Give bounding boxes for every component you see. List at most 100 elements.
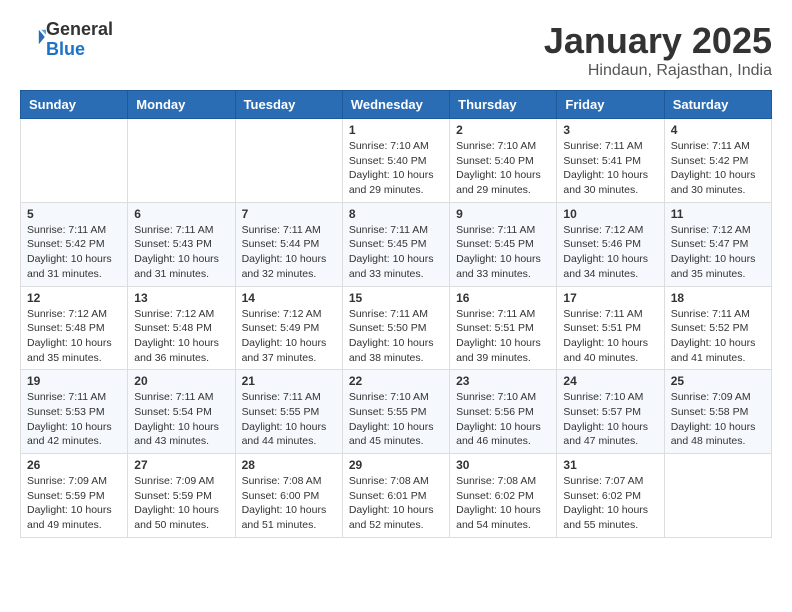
day-of-week-header: Saturday [664, 91, 771, 119]
calendar-cell: 18 Sunrise: 7:11 AM Sunset: 5:52 PM Dayli… [664, 286, 771, 370]
calendar-cell: 3 Sunrise: 7:11 AM Sunset: 5:41 PM Daylig… [557, 119, 664, 203]
calendar-cell: 25 Sunrise: 7:09 AM Sunset: 5:58 PM Dayli… [664, 370, 771, 454]
day-info: Sunrise: 7:11 AM Sunset: 5:42 PM Dayligh… [27, 223, 121, 282]
logo: General Blue [20, 20, 113, 60]
day-number: 21 [242, 374, 336, 388]
calendar-cell: 24 Sunrise: 7:10 AM Sunset: 5:57 PM Dayli… [557, 370, 664, 454]
calendar-cell: 17 Sunrise: 7:11 AM Sunset: 5:51 PM Dayli… [557, 286, 664, 370]
calendar-cell: 13Sunrise: 7:12 AM Sunset: 5:48 PM Dayli… [128, 286, 235, 370]
logo-general-text: General [46, 19, 113, 39]
calendar-cell: 30 Sunrise: 7:08 AM Sunset: 6:02 PM Dayli… [450, 454, 557, 538]
calendar-cell: 22 Sunrise: 7:10 AM Sunset: 5:55 PM Dayli… [342, 370, 449, 454]
calendar-body: 1 Sunrise: 7:10 AM Sunset: 5:40 PM Daylig… [21, 119, 772, 538]
day-info: Sunrise: 7:09 AM Sunset: 5:59 PM Dayligh… [134, 474, 228, 533]
day-number: 14 [242, 291, 336, 305]
calendar-cell: 16 Sunrise: 7:11 AM Sunset: 5:51 PM Dayli… [450, 286, 557, 370]
day-number: 10 [563, 207, 657, 221]
calendar-cell: 4Sunrise: 7:11 AM Sunset: 5:42 PM Daylig… [664, 119, 771, 203]
day-info: Sunrise: 7:11 AM Sunset: 5:45 PM Dayligh… [456, 223, 550, 282]
day-info: Sunrise: 7:12 AM Sunset: 5:47 PM Dayligh… [671, 223, 765, 282]
day-info: Sunrise: 7:10 AM Sunset: 5:57 PM Dayligh… [563, 390, 657, 449]
calendar-header: SundayMondayTuesdayWednesdayThursdayFrid… [21, 91, 772, 119]
day-info: Sunrise: 7:11 AM Sunset: 5:51 PM Dayligh… [456, 307, 550, 366]
day-of-week-header: Sunday [21, 91, 128, 119]
day-number: 24 [563, 374, 657, 388]
day-info: Sunrise: 7:11 AM Sunset: 5:44 PM Dayligh… [242, 223, 336, 282]
calendar-cell: 19 Sunrise: 7:11 AM Sunset: 5:53 PM Dayli… [21, 370, 128, 454]
day-number: 6 [134, 207, 228, 221]
day-info: Sunrise: 7:11 AM Sunset: 5:51 PM Dayligh… [563, 307, 657, 366]
calendar-cell: 23 Sunrise: 7:10 AM Sunset: 5:56 PM Dayli… [450, 370, 557, 454]
calendar-week-row: 19 Sunrise: 7:11 AM Sunset: 5:53 PM Dayli… [21, 370, 772, 454]
day-info: Sunrise: 7:11 AM Sunset: 5:43 PM Dayligh… [134, 223, 228, 282]
day-number: 11 [671, 207, 765, 221]
page-header: General Blue January 2025 Hindaun, Rajas… [20, 20, 772, 80]
day-info: Sunrise: 7:09 AM Sunset: 5:59 PM Dayligh… [27, 474, 121, 533]
calendar-cell [235, 119, 342, 203]
calendar-cell: 1 Sunrise: 7:10 AM Sunset: 5:40 PM Daylig… [342, 119, 449, 203]
calendar-cell: 12Sunrise: 7:12 AM Sunset: 5:48 PM Dayli… [21, 286, 128, 370]
day-info: Sunrise: 7:12 AM Sunset: 5:48 PM Dayligh… [134, 307, 228, 366]
day-info: Sunrise: 7:08 AM Sunset: 6:02 PM Dayligh… [456, 474, 550, 533]
day-number: 31 [563, 458, 657, 472]
day-number: 5 [27, 207, 121, 221]
calendar-cell [128, 119, 235, 203]
day-number: 12 [27, 291, 121, 305]
day-number: 16 [456, 291, 550, 305]
day-number: 22 [349, 374, 443, 388]
month-title: January 2025 [544, 20, 772, 62]
calendar-cell: 26Sunrise: 7:09 AM Sunset: 5:59 PM Dayli… [21, 454, 128, 538]
calendar-cell: 2Sunrise: 7:10 AM Sunset: 5:40 PM Daylig… [450, 119, 557, 203]
day-of-week-header: Monday [128, 91, 235, 119]
day-info: Sunrise: 7:10 AM Sunset: 5:56 PM Dayligh… [456, 390, 550, 449]
calendar-cell: 8Sunrise: 7:11 AM Sunset: 5:45 PM Daylig… [342, 202, 449, 286]
day-info: Sunrise: 7:11 AM Sunset: 5:54 PM Dayligh… [134, 390, 228, 449]
day-of-week-header: Thursday [450, 91, 557, 119]
day-info: Sunrise: 7:11 AM Sunset: 5:50 PM Dayligh… [349, 307, 443, 366]
title-section: January 2025 Hindaun, Rajasthan, India [544, 20, 772, 80]
day-info: Sunrise: 7:11 AM Sunset: 5:41 PM Dayligh… [563, 139, 657, 198]
day-number: 19 [27, 374, 121, 388]
day-info: Sunrise: 7:08 AM Sunset: 6:01 PM Dayligh… [349, 474, 443, 533]
day-info: Sunrise: 7:10 AM Sunset: 5:55 PM Dayligh… [349, 390, 443, 449]
day-number: 4 [671, 123, 765, 137]
calendar-cell: 31 Sunrise: 7:07 AM Sunset: 6:02 PM Dayli… [557, 454, 664, 538]
day-number: 30 [456, 458, 550, 472]
calendar-cell: 27 Sunrise: 7:09 AM Sunset: 5:59 PM Dayli… [128, 454, 235, 538]
day-number: 2 [456, 123, 550, 137]
day-info: Sunrise: 7:08 AM Sunset: 6:00 PM Dayligh… [242, 474, 336, 533]
day-of-week-header: Wednesday [342, 91, 449, 119]
calendar-week-row: 12 Sunrise: 7:12 AM Sunset: 5:48 PM Dayli… [21, 286, 772, 370]
calendar-cell: 9Sunrise: 7:11 AM Sunset: 5:45 PM Daylig… [450, 202, 557, 286]
calendar-week-row: 5 Sunrise: 7:11 AM Sunset: 5:42 PM Daylig… [21, 202, 772, 286]
day-info: Sunrise: 7:12 AM Sunset: 5:46 PM Dayligh… [563, 223, 657, 282]
day-number: 25 [671, 374, 765, 388]
calendar-cell: 15Sunrise: 7:11 AM Sunset: 5:50 PM Dayli… [342, 286, 449, 370]
day-info: Sunrise: 7:10 AM Sunset: 5:40 PM Dayligh… [349, 139, 443, 198]
calendar-cell: 11 Sunrise: 7:12 AM Sunset: 5:47 PM Dayli… [664, 202, 771, 286]
day-info: Sunrise: 7:11 AM Sunset: 5:52 PM Dayligh… [671, 307, 765, 366]
day-info: Sunrise: 7:09 AM Sunset: 5:58 PM Dayligh… [671, 390, 765, 449]
calendar-cell [21, 119, 128, 203]
day-info: Sunrise: 7:11 AM Sunset: 5:55 PM Dayligh… [242, 390, 336, 449]
day-number: 1 [349, 123, 443, 137]
day-number: 17 [563, 291, 657, 305]
day-number: 23 [456, 374, 550, 388]
calendar-cell: 20Sunrise: 7:11 AM Sunset: 5:54 PM Dayli… [128, 370, 235, 454]
day-of-week-header: Friday [557, 91, 664, 119]
calendar-cell: 10 Sunrise: 7:12 AM Sunset: 5:46 PM Dayli… [557, 202, 664, 286]
calendar-cell: 29Sunrise: 7:08 AM Sunset: 6:01 PM Dayli… [342, 454, 449, 538]
calendar-cell: 5 Sunrise: 7:11 AM Sunset: 5:42 PM Daylig… [21, 202, 128, 286]
day-info: Sunrise: 7:11 AM Sunset: 5:45 PM Dayligh… [349, 223, 443, 282]
day-number: 27 [134, 458, 228, 472]
day-of-week-header: Tuesday [235, 91, 342, 119]
day-info: Sunrise: 7:11 AM Sunset: 5:53 PM Dayligh… [27, 390, 121, 449]
day-info: Sunrise: 7:07 AM Sunset: 6:02 PM Dayligh… [563, 474, 657, 533]
calendar-table: SundayMondayTuesdayWednesdayThursdayFrid… [20, 90, 772, 538]
calendar-cell: 7Sunrise: 7:11 AM Sunset: 5:44 PM Daylig… [235, 202, 342, 286]
calendar-week-row: 26Sunrise: 7:09 AM Sunset: 5:59 PM Dayli… [21, 454, 772, 538]
day-info: Sunrise: 7:12 AM Sunset: 5:49 PM Dayligh… [242, 307, 336, 366]
day-number: 18 [671, 291, 765, 305]
day-number: 3 [563, 123, 657, 137]
location-text: Hindaun, Rajasthan, India [544, 62, 772, 80]
